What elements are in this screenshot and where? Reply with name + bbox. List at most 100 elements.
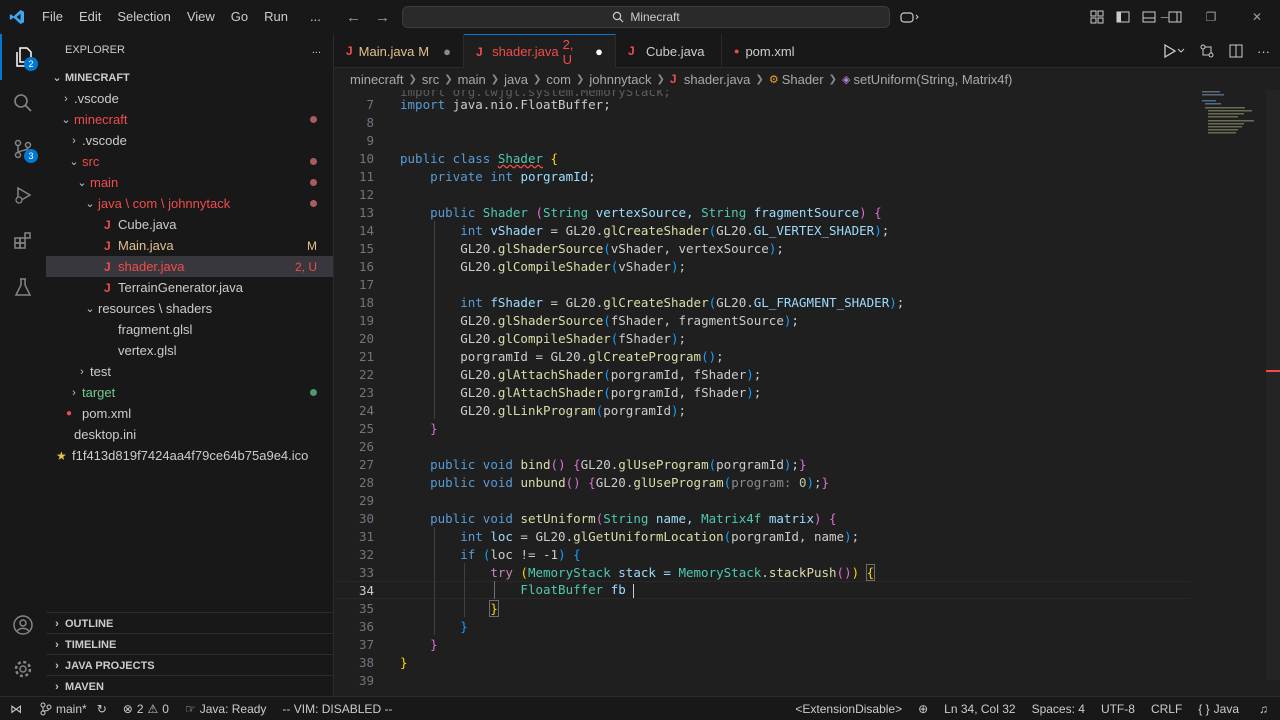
- tree-file-fragment[interactable]: fragment.glsl: [46, 319, 333, 340]
- tree-label: TerrainGenerator.java: [118, 280, 244, 295]
- tree-folder-target[interactable]: › target: [46, 382, 333, 403]
- menu-run[interactable]: Run: [256, 0, 296, 34]
- breadcrumb-separator: ❯: [490, 73, 500, 85]
- breadcrumb-item[interactable]: java: [504, 72, 528, 87]
- line-number: 10: [358, 150, 374, 166]
- tree-file-shader[interactable]: J shader.java 2, U: [46, 256, 333, 277]
- command-center-search[interactable]: Minecraft: [402, 6, 890, 28]
- tree-folder-java-package[interactable]: ⌄ java \ com \ johnnytack: [46, 193, 333, 214]
- source-control-icon[interactable]: 3: [0, 126, 46, 172]
- minimize-icon[interactable]: ─: [1142, 10, 1188, 24]
- section-label: TIMELINE: [65, 638, 117, 651]
- problems-status[interactable]: ⊗ 2 ⚠ 0: [115, 702, 177, 716]
- tree-folder-test[interactable]: › test: [46, 361, 333, 382]
- cursor-position[interactable]: Ln 34, Col 32: [936, 702, 1023, 716]
- compare-changes-icon[interactable]: [1199, 44, 1215, 58]
- menu-edit[interactable]: Edit: [71, 0, 109, 34]
- line-number: 31: [358, 528, 374, 544]
- maven-section[interactable]: › MAVEN: [46, 675, 333, 697]
- breadcrumb-item[interactable]: johnnytack: [589, 72, 651, 87]
- timeline-section[interactable]: › TIMELINE: [46, 633, 333, 655]
- tab-pom-xml[interactable]: ● pom.xml: [722, 34, 822, 68]
- back-arrow-icon[interactable]: ←: [346, 9, 361, 26]
- code-line-9: 9: [334, 131, 1194, 149]
- split-editor-icon[interactable]: [1229, 44, 1243, 58]
- menu-more[interactable]: ...: [296, 0, 329, 34]
- account-icon[interactable]: [0, 602, 46, 648]
- tree-file-vertex[interactable]: vertex.glsl: [46, 340, 333, 361]
- notifications-bell-icon[interactable]: ♫: [1247, 702, 1280, 716]
- testing-flask-icon[interactable]: [0, 264, 46, 310]
- tree-folder-minecraft[interactable]: ⌄ minecraft: [46, 109, 333, 130]
- tree-folder-src[interactable]: ⌄ src: [46, 151, 333, 172]
- class-icon: ⚙: [768, 73, 779, 86]
- unsaved-dot-icon[interactable]: ●: [595, 44, 603, 59]
- tab-cube-java[interactable]: J Cube.java: [616, 34, 722, 68]
- breadcrumb-separator: ❯: [656, 73, 665, 85]
- code-editor[interactable]: import org.lwjgl.system.MemoryStack; 7 i…: [334, 90, 1280, 696]
- warning-count: 0: [162, 702, 169, 716]
- tree-file-terrain[interactable]: J TerrainGenerator.java: [46, 277, 333, 298]
- eol-status[interactable]: CRLF: [1143, 702, 1190, 716]
- more-actions-icon[interactable]: ···: [1257, 44, 1270, 59]
- language-status[interactable]: { } Java: [1190, 702, 1247, 716]
- breadcrumb-item[interactable]: Shader: [782, 72, 824, 87]
- outline-section[interactable]: › OUTLINE: [46, 612, 333, 634]
- breadcrumb-item[interactable]: minecraft: [350, 72, 403, 87]
- copilot-icon[interactable]: [900, 10, 920, 24]
- zoom-icon[interactable]: ⊕: [910, 702, 936, 716]
- code-text: public void unbund() {GL20.glUseProgram(…: [430, 474, 830, 490]
- tree-file-ico[interactable]: ★ f1f413d819f7424aa4f79ce64b75a9e4.ico: [46, 445, 333, 466]
- explorer-more-button[interactable]: ...: [312, 44, 321, 56]
- modified-dot-icon[interactable]: ●: [443, 44, 451, 59]
- tab-main-java[interactable]: J Main.java M ●: [334, 34, 464, 68]
- menu-go[interactable]: Go: [223, 0, 256, 34]
- line-number: 17: [358, 276, 374, 292]
- restore-icon[interactable]: ❐: [1188, 10, 1234, 24]
- code-line-33: 33 try (MemoryStack stack = MemoryStack.…: [334, 563, 1194, 581]
- breadcrumb-item[interactable]: shader.java: [684, 72, 751, 87]
- minimap[interactable]: [1202, 90, 1262, 140]
- indentation-status[interactable]: Spaces: 4: [1024, 702, 1093, 716]
- breadcrumb-item[interactable]: com: [546, 72, 571, 87]
- sync-icon[interactable]: ↻: [97, 702, 107, 716]
- menu-file[interactable]: File: [34, 0, 71, 34]
- tree-file-pom[interactable]: ● pom.xml: [46, 403, 333, 424]
- tree-folder-main[interactable]: ⌄ main: [46, 172, 333, 193]
- extension-status[interactable]: <ExtensionDisable>: [787, 702, 910, 716]
- branch-status[interactable]: main* ↻: [32, 702, 115, 716]
- java-status[interactable]: ☞ Java: Ready: [177, 702, 274, 716]
- breadcrumb-item[interactable]: setUniform(String, Matrix4f): [853, 72, 1012, 87]
- close-icon[interactable]: ✕: [1234, 10, 1280, 24]
- run-debug-icon[interactable]: [0, 172, 46, 218]
- tree-folder-vscode[interactable]: › .vscode: [46, 88, 333, 109]
- breadcrumb-item[interactable]: main: [458, 72, 486, 87]
- menu-selection[interactable]: Selection: [109, 0, 178, 34]
- tree-folder-vscode-inner[interactable]: › .vscode: [46, 130, 333, 151]
- vertical-scrollbar[interactable]: [1266, 90, 1280, 680]
- tab-shader-java[interactable]: J shader.java 2, U ●: [464, 34, 616, 68]
- java-projects-section[interactable]: › JAVA PROJECTS: [46, 654, 333, 676]
- menu-view[interactable]: View: [179, 0, 223, 34]
- customize-layout-icon[interactable]: [1090, 10, 1104, 24]
- line-number: 25: [358, 420, 374, 436]
- run-play-icon[interactable]: [1163, 44, 1185, 58]
- code-text: FloatBuffer fb: [520, 582, 635, 598]
- remote-icon[interactable]: ⋈: [0, 702, 32, 716]
- extensions-icon[interactable]: [0, 218, 46, 264]
- tree-file-desktop-ini[interactable]: desktop.ini: [46, 424, 333, 445]
- settings-gear-icon[interactable]: [0, 646, 46, 692]
- explorer-icon[interactable]: 2: [0, 34, 46, 80]
- tree-file-main[interactable]: J Main.java M: [46, 235, 333, 256]
- line-number: 37: [358, 636, 374, 652]
- forward-arrow-icon[interactable]: →: [375, 9, 390, 26]
- search-icon[interactable]: [0, 80, 46, 126]
- method-icon: ◈: [842, 73, 851, 86]
- toggle-sidebar-icon[interactable]: [1116, 10, 1130, 24]
- line-number: 7: [366, 96, 374, 112]
- tree-folder-resources[interactable]: ⌄ resources \ shaders: [46, 298, 333, 319]
- workspace-root[interactable]: ⌄ MINECRAFT: [46, 67, 333, 88]
- breadcrumb-item[interactable]: src: [422, 72, 439, 87]
- encoding-status[interactable]: UTF-8: [1093, 702, 1143, 716]
- tree-file-cube[interactable]: J Cube.java: [46, 214, 333, 235]
